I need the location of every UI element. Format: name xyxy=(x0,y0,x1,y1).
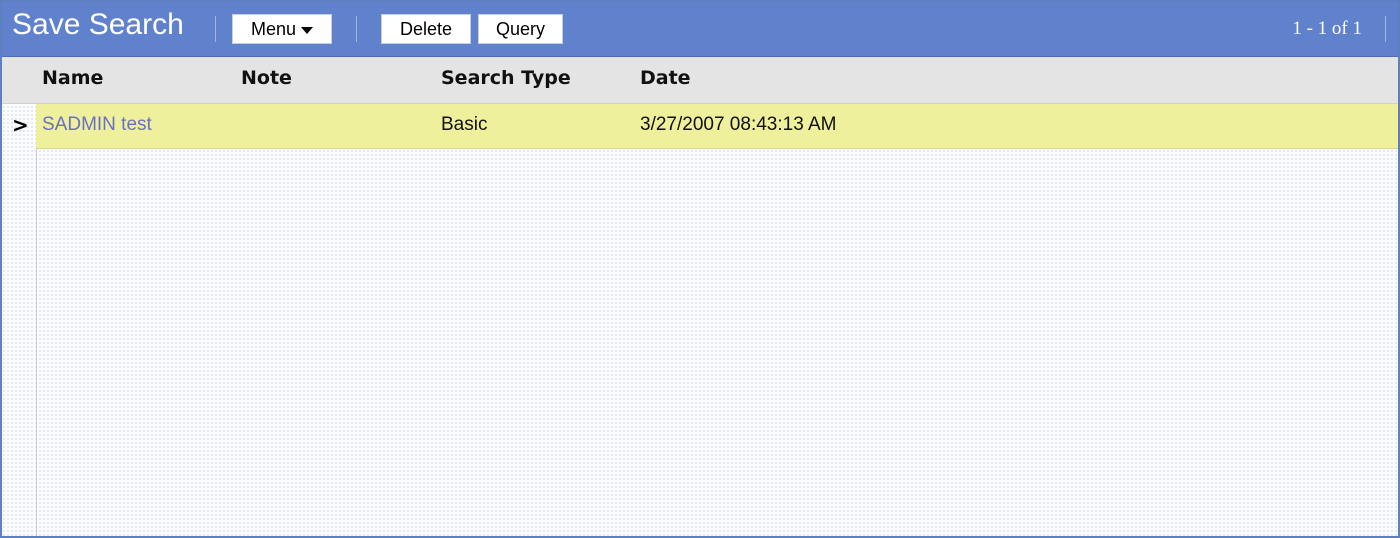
column-header-search-type[interactable]: Search Type xyxy=(441,67,571,89)
cell-date: 3/27/2007 08:43:13 AM xyxy=(640,114,837,135)
pager-separator xyxy=(1385,16,1386,42)
delete-button[interactable]: Delete xyxy=(381,14,471,44)
column-header-name[interactable]: Name xyxy=(42,67,103,89)
save-search-applet: Save Search Menu Delete Query 1 - 1 of 1… xyxy=(0,0,1400,538)
table-header: Name Note Search Type Date xyxy=(2,57,1398,104)
results-table: Name Note Search Type Date > SADMIN test… xyxy=(2,57,1398,536)
applet-title: Save Search xyxy=(12,8,184,41)
menu-button-label: Menu xyxy=(250,18,297,39)
row-selected-indicator: > xyxy=(12,113,29,137)
column-header-date[interactable]: Date xyxy=(640,67,691,89)
column-header-note[interactable]: Note xyxy=(241,67,292,89)
chevron-down-icon xyxy=(301,26,314,34)
table-row[interactable]: SADMIN test Basic 3/27/2007 08:43:13 AM xyxy=(36,104,1398,149)
toolbar-separator xyxy=(356,16,357,42)
menu-button[interactable]: Menu xyxy=(232,14,332,44)
query-button[interactable]: Query xyxy=(478,14,563,44)
cell-search-type: Basic xyxy=(441,114,488,135)
cell-name-link[interactable]: SADMIN test xyxy=(42,114,152,136)
row-selector-column xyxy=(36,103,37,536)
applet-title-bar: Save Search Menu Delete Query 1 - 1 of 1 xyxy=(2,2,1398,57)
title-separator xyxy=(215,16,216,42)
record-count: 1 - 1 of 1 xyxy=(1292,18,1362,39)
